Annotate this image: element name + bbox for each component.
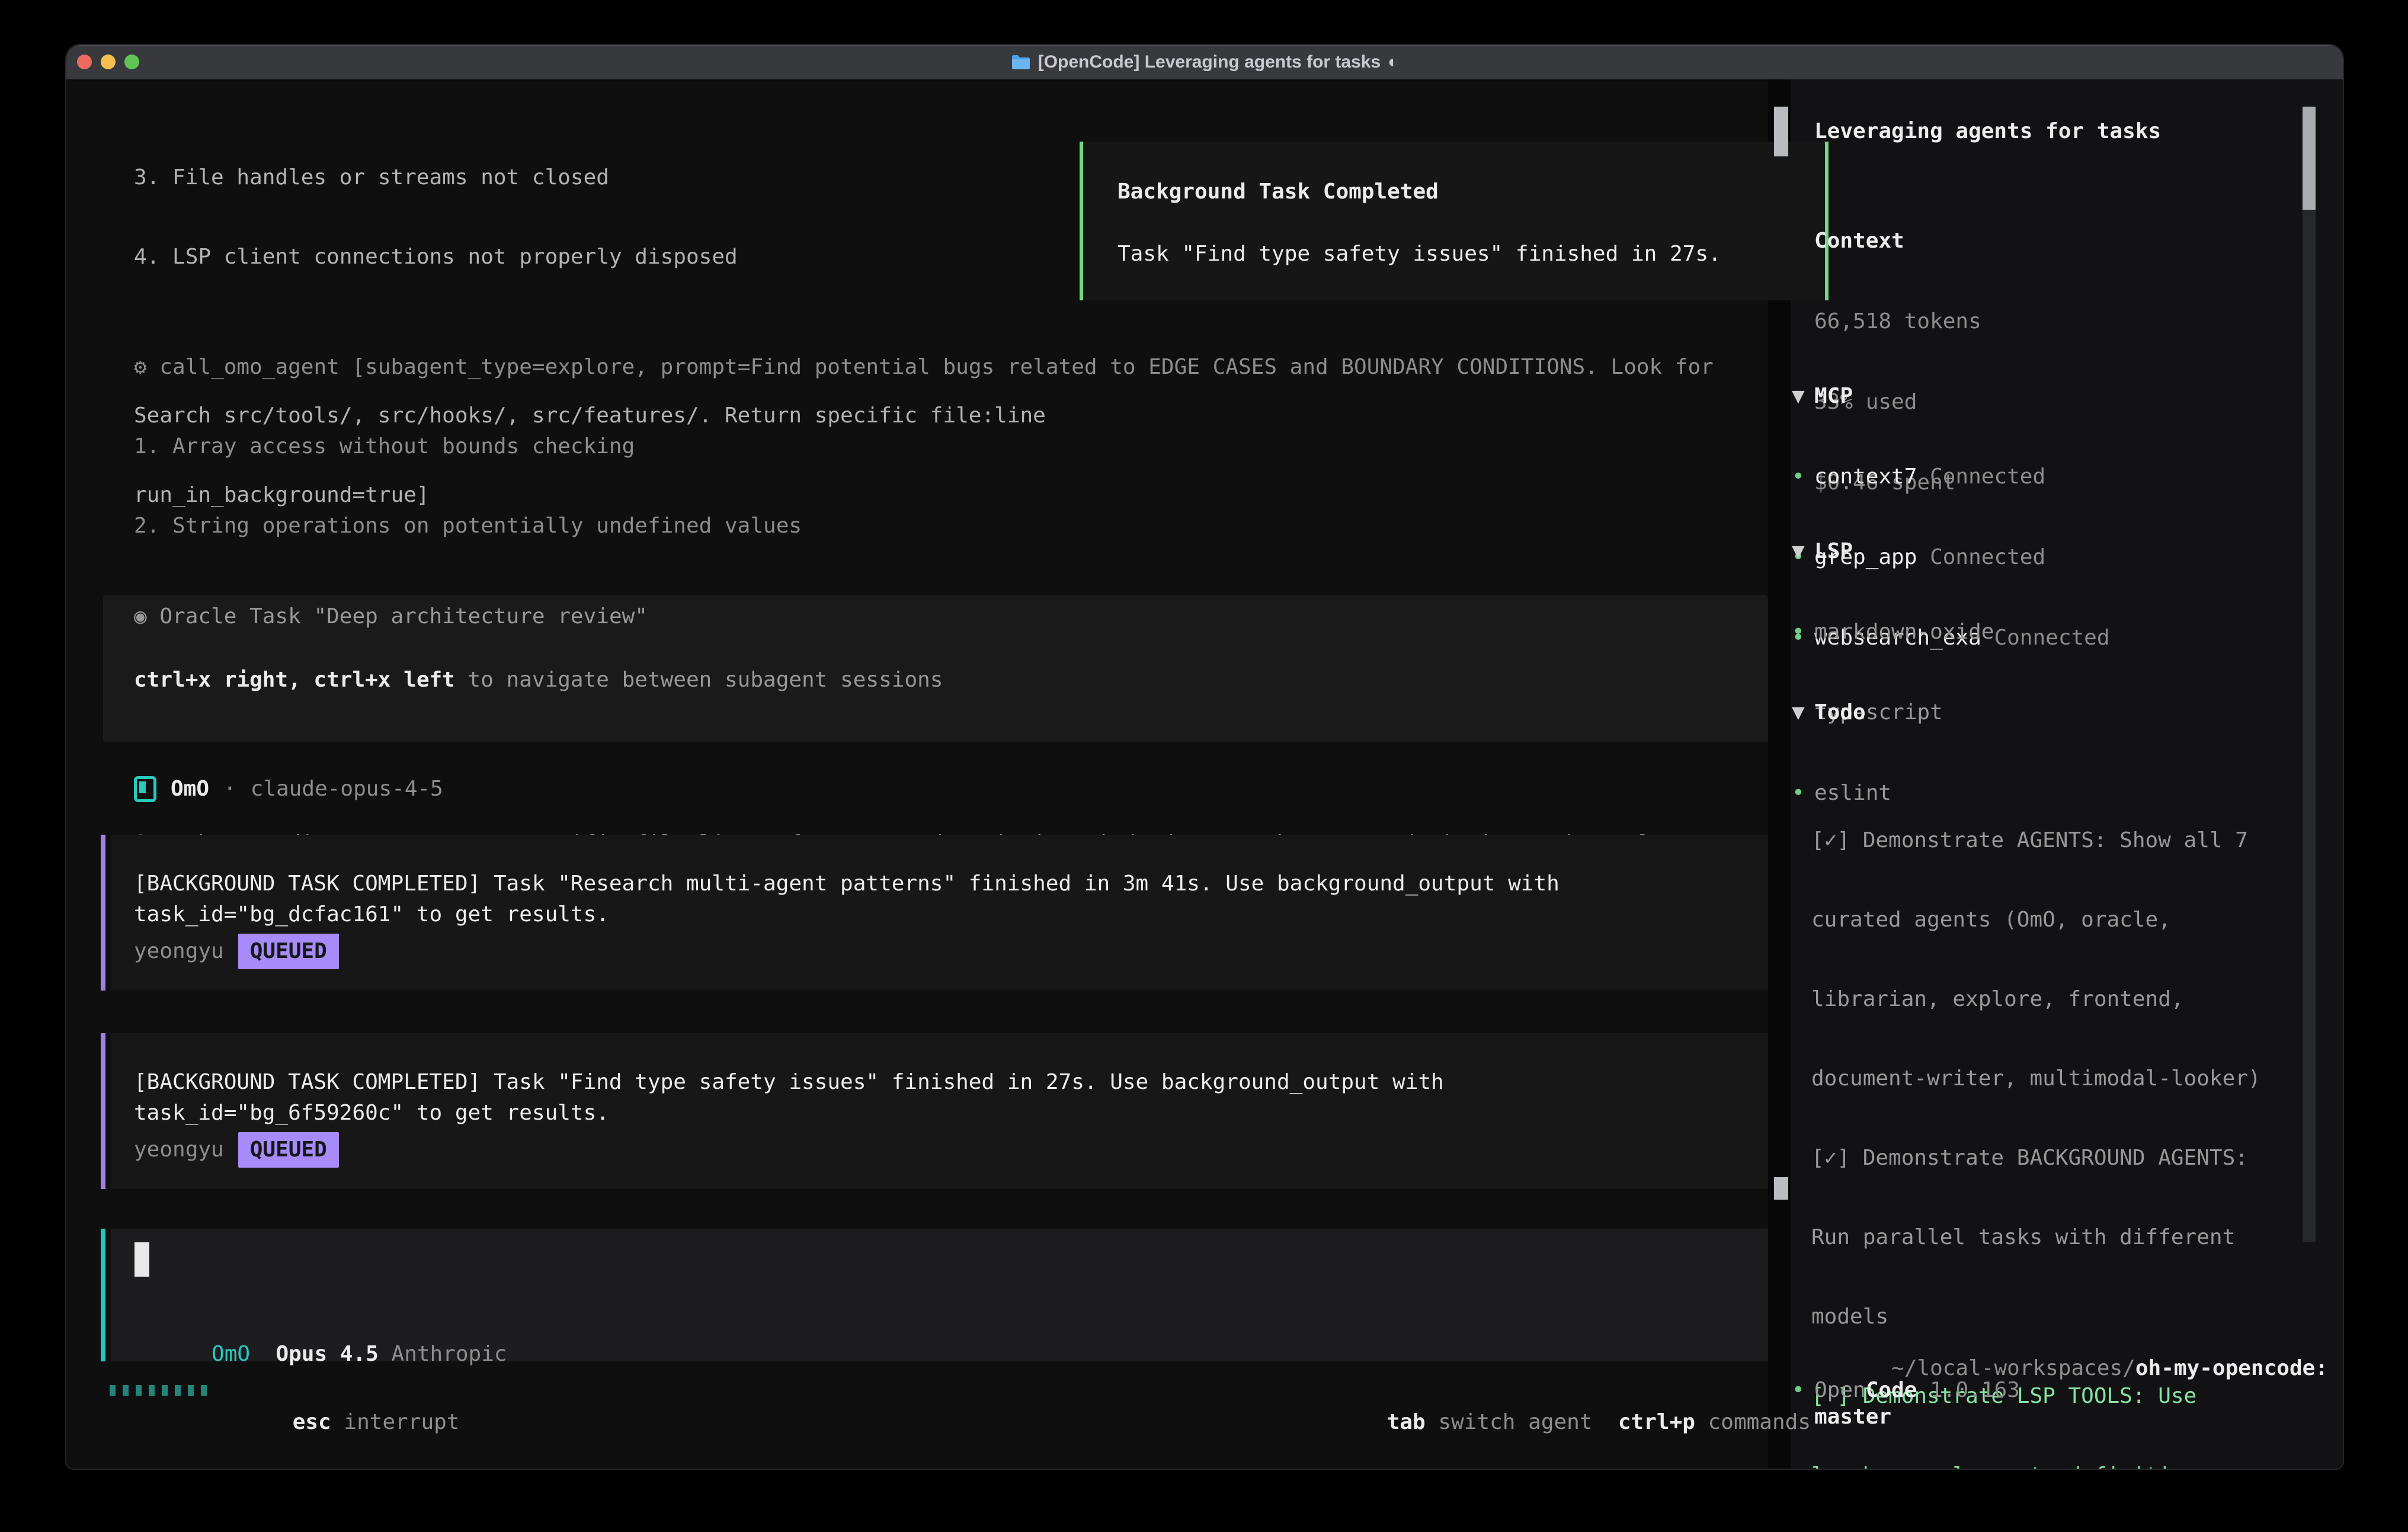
task-message-accent [101, 1033, 105, 1189]
task-line2: task_id="bg_6f59260c" to get results. [134, 1098, 1768, 1129]
status-badge: QUEUED [238, 1132, 339, 1168]
minimize-window-button[interactable] [101, 55, 116, 69]
status-badge: QUEUED [238, 934, 339, 969]
input-model: Opus 4.5 [276, 1342, 378, 1366]
terminal-line: 4. LSP client connections not properly d… [134, 242, 1046, 273]
app-version: 1.0.163 [1930, 1374, 2020, 1406]
todo-header: Todo [1814, 697, 1866, 728]
todo-line: document-writer, multimodal-looker) [1811, 1063, 2287, 1094]
lsp-item: • markdown-oxide [1792, 616, 1994, 648]
titlebar[interactable]: [OpenCode] Leveraging agents for tasks ◐ [66, 45, 2343, 81]
sidebar-scrollbar-track[interactable] [2303, 107, 2316, 1242]
input-provider: Anthropic [392, 1342, 507, 1366]
workspace-info: ~/local-workspaces/oh-my-opencode: maste… [1814, 1274, 2328, 1470]
brand-bold: Code [1866, 1374, 1917, 1406]
tab-key-label: switch agent [1438, 1410, 1592, 1434]
oracle-task-text: Oracle Task "Deep architecture review" [147, 604, 648, 629]
session-title: Leveraging agents for tasks [1814, 116, 2161, 148]
todo-line: curated agents (OmO, oracle, [1811, 905, 2287, 935]
agent-header: OmO · claude-opus-4-5 [134, 773, 443, 805]
prompt-input[interactable]: OmO Opus 4.5 Anthropic [111, 1229, 1768, 1361]
notification-body: Task "Find type safety issues" finished … [1117, 238, 1721, 270]
mcp-header: MCP [1814, 380, 1853, 412]
session-moon-icon: ◐ [1388, 52, 1398, 72]
oracle-hint-line: ctrl+x right, ctrl+x left to navigate be… [134, 664, 943, 696]
main-scrollbar-end[interactable] [1774, 1177, 1788, 1200]
tab-key-hint: tab [1387, 1410, 1426, 1434]
omo-agent-icon [134, 776, 156, 802]
esc-key-hint: esc [293, 1410, 331, 1434]
oracle-task-line: ◉ Oracle Task "Deep architecture review" [134, 601, 648, 633]
agent-model: claude-opus-4-5 [251, 773, 443, 805]
traffic-lights [77, 55, 139, 69]
todo-line: [✓] Demonstrate AGENTS: Show all 7 [1811, 825, 2287, 856]
window-title-text: [OpenCode] Leveraging agents for tasks [1038, 52, 1381, 72]
bullet-icon: • [1792, 616, 1814, 648]
ctrlp-key-hint: ctrl+p [1618, 1410, 1695, 1434]
background-task-notification: Background Task Completed Task "Find typ… [1080, 142, 1829, 300]
text-cursor [135, 1242, 149, 1277]
input-status-line: OmO Opus 4.5 Anthropic [135, 1306, 507, 1338]
folder-icon [1011, 54, 1031, 70]
agent-separator: · [223, 773, 236, 805]
task-line1: [BACKGROUND TASK COMPLETED] Task "Resear… [134, 868, 1768, 899]
chevron-down-icon[interactable]: ▼ [1792, 536, 1814, 568]
input-accent [101, 1229, 105, 1361]
context-header: Context [1814, 225, 1981, 257]
lsp-header-row[interactable]: ▼ LSP [1792, 536, 1994, 568]
notification-title: Background Task Completed [1117, 176, 1439, 208]
window-title: [OpenCode] Leveraging agents for tasks ◐ [1011, 52, 1399, 72]
task-message: [BACKGROUND TASK COMPLETED] Task "Find t… [111, 1033, 1768, 1189]
app-window: [OpenCode] Leveraging agents for tasks ◐… [65, 44, 2344, 1470]
todo-line: librarian, explore, frontend, [1811, 984, 2287, 1015]
esc-key-label: interrupt [344, 1410, 459, 1434]
task-meta-row: yeongyu QUEUED [134, 936, 1768, 967]
task-user: yeongyu [134, 936, 224, 967]
workspace-repo: oh-my-opencode: [2135, 1356, 2328, 1380]
oracle-task-box: ◉ Oracle Task "Deep architecture review"… [103, 595, 1768, 742]
chevron-down-icon[interactable]: ▼ [1792, 380, 1814, 412]
tool-call-text: call_omo_agent [subagent_type=explore, p… [159, 355, 1714, 379]
statusbar-left: esc interrupt [241, 1374, 460, 1406]
task-line1: [BACKGROUND TASK COMPLETED] Task "Find t… [134, 1067, 1768, 1098]
task-line2: task_id="bg_dcfac161" to get results. [134, 899, 1768, 930]
app-version-row: • OpenCode 1.0.163 [1792, 1374, 2020, 1406]
sidebar-scrollbar-thumb[interactable] [2303, 107, 2316, 210]
task-user: yeongyu [134, 1134, 224, 1165]
task-message: [BACKGROUND TASK COMPLETED] Task "Resear… [111, 835, 1768, 991]
tool-call-line: ⚙ call_omo_agent [subagent_type=explore,… [134, 352, 1714, 383]
task-message-accent [101, 835, 105, 991]
workspace-path-row: ~/local-workspaces/oh-my-opencode: [1814, 1322, 2328, 1353]
lsp-header: LSP [1814, 536, 1853, 568]
spinner-dots-icon [110, 1385, 207, 1396]
todo-header-row[interactable]: ▼ Todo [1792, 697, 2287, 728]
agent-name: OmO [171, 773, 209, 805]
main-scrollbar-thumb[interactable] [1774, 107, 1788, 156]
mcp-header-row[interactable]: ▼ MCP [1792, 380, 2110, 412]
statusbar-right: tab switch agent ctrl+p commands [1336, 1374, 1811, 1406]
zoom-window-button[interactable] [124, 55, 139, 69]
tool-call-item: 1. Array access without bounds checking [134, 431, 1714, 462]
chevron-down-icon[interactable]: ▼ [1792, 697, 1814, 728]
gear-icon: ⚙ [134, 355, 147, 379]
record-icon: ◉ [134, 604, 147, 629]
lsp-item-name: markdown-oxide [1814, 616, 1994, 648]
todo-line: [✓] Demonstrate BACKGROUND AGENTS: [1811, 1143, 2287, 1174]
terminal-line: 3. File handles or streams not closed [134, 162, 1046, 193]
brand-prefix: Open [1814, 1374, 1866, 1406]
oracle-hint-rest: to navigate between subagent sessions [455, 668, 943, 692]
oracle-hint-keys: ctrl+x right, ctrl+x left [134, 668, 455, 692]
todo-line: Run parallel tasks with different [1811, 1222, 2287, 1253]
input-agent: OmO [212, 1342, 250, 1366]
close-window-button[interactable] [77, 55, 92, 69]
task-meta-row: yeongyu QUEUED [134, 1134, 1768, 1165]
tool-call-item: 2. String operations on potentially unde… [134, 511, 1714, 541]
bullet-icon: • [1792, 1374, 1814, 1406]
